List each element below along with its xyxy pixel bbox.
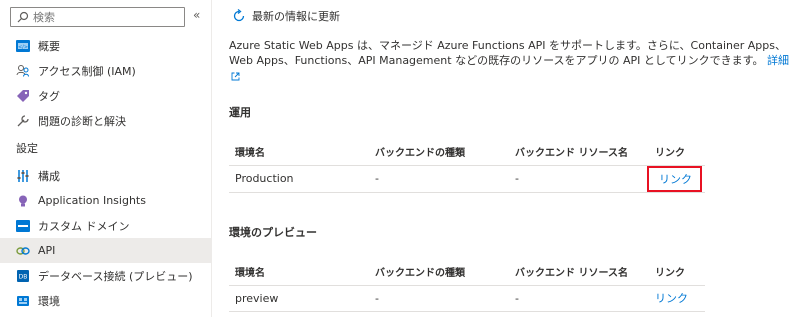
refresh-button[interactable]: 最新の情報に更新 [232,8,340,24]
production-link[interactable]: リンク [659,173,692,186]
description: Azure Static Web Apps は、マネージド Azure Func… [229,38,789,83]
sidebar-item-label: データベース接続 (プレビュー) [38,269,193,283]
people-icon [16,64,30,78]
api-icon [16,244,30,258]
sidebar-item-custom-domain[interactable]: カスタム ドメイン [0,213,211,238]
table-row: Production - - リンク [229,165,705,193]
sidebar-item-label: アクセス制御 (IAM) [38,64,136,78]
sidebar-item-database-connection[interactable]: DB データベース接続 (プレビュー) [0,263,211,288]
sidebar-item-label: API [38,244,56,257]
table-row: preview - - リンク [229,285,705,312]
column-header-backend-resource: バックエンド リソース名 [509,259,649,286]
refresh-label: 最新の情報に更新 [252,10,340,23]
preview-section-title: 環境のプレビュー [229,226,317,239]
sliders-icon [16,169,30,183]
refresh-icon [232,9,246,23]
column-header-link: リンク [649,259,705,286]
search-box[interactable] [10,7,185,27]
column-header-env: 環境名 [229,139,369,166]
highlight-box: リンク [647,165,702,192]
database-icon: DB [16,269,30,283]
sidebar-item-label: 環境 [38,294,60,308]
collapse-sidebar-icon[interactable]: « [193,8,200,22]
preview-table: 環境名 バックエンドの種類 バックエンド リソース名 リンク preview -… [229,259,705,312]
column-header-backend-type: バックエンドの種類 [369,259,509,286]
sidebar-item-overview[interactable]: </> 概要 [0,33,211,58]
learn-more-label: 詳細 [767,54,789,67]
sidebar-item-label: 構成 [38,169,60,183]
sidebar-item-application-insights[interactable]: Application Insights [0,188,211,213]
sidebar-item-diagnose[interactable]: 問題の診断と解決 [0,108,211,133]
svg-text:DB: DB [19,273,28,280]
sidebar-item-tags[interactable]: タグ [0,83,211,108]
sidebar-item-label: Application Insights [38,194,146,207]
sidebar-item-iam[interactable]: アクセス制御 (IAM) [0,58,211,83]
column-header-backend-type: バックエンドの種類 [369,139,509,166]
production-table: 環境名 バックエンドの種類 バックエンド リソース名 リンク Productio… [229,139,705,193]
backend-type-cell: - [369,165,509,193]
sidebar-section-settings: 設定 [0,133,211,163]
search-input[interactable] [33,10,173,24]
column-header-env: 環境名 [229,259,369,286]
sidebar-item-api[interactable]: API [0,238,211,263]
section-label: 設定 [16,142,38,155]
link-cell: リンク [649,285,705,312]
sidebar-item-configuration[interactable]: 構成 [0,163,211,188]
table-header-row: 環境名 バックエンドの種類 バックエンド リソース名 リンク [229,259,705,286]
backend-resource-cell: - [509,165,649,193]
preview-link[interactable]: リンク [655,292,688,305]
sidebar-item-environments[interactable]: 環境 [0,288,211,313]
sidebar-nav: </> 概要 アクセス制御 (IAM) タグ 問題の診断と解決 設定 構成 Ap… [0,33,211,313]
svg-text:</>: </> [18,44,28,50]
overview-icon: </> [16,39,30,53]
search-icon [17,11,29,23]
link-cell: リンク [647,165,705,193]
column-header-link: リンク [649,139,705,166]
sidebar-item-label: 問題の診断と解決 [38,114,126,128]
sidebar-item-label: カスタム ドメイン [38,219,130,233]
external-link-icon [231,72,240,80]
sidebar: « </> 概要 アクセス制御 (IAM) タグ 問題の診断と解決 [0,0,212,317]
column-header-backend-resource: バックエンド リソース名 [509,139,649,166]
production-section-title: 運用 [229,106,251,119]
wrench-icon [16,114,30,128]
lightbulb-icon [16,194,30,208]
sidebar-item-label: 概要 [38,39,60,53]
sidebar-item-label: タグ [38,89,60,103]
backend-resource-cell: - [509,285,649,312]
domain-icon [16,219,30,233]
env-name-cell: Production [229,165,369,193]
main-content: 最新の情報に更新 Azure Static Web Apps は、マネージド A… [212,0,800,317]
environment-icon [16,294,30,308]
env-name-cell: preview [229,285,369,312]
description-text: Azure Static Web Apps は、マネージド Azure Func… [229,39,787,67]
table-header-row: 環境名 バックエンドの種類 バックエンド リソース名 リンク [229,139,705,166]
backend-type-cell: - [369,285,509,312]
tag-icon [16,89,30,103]
